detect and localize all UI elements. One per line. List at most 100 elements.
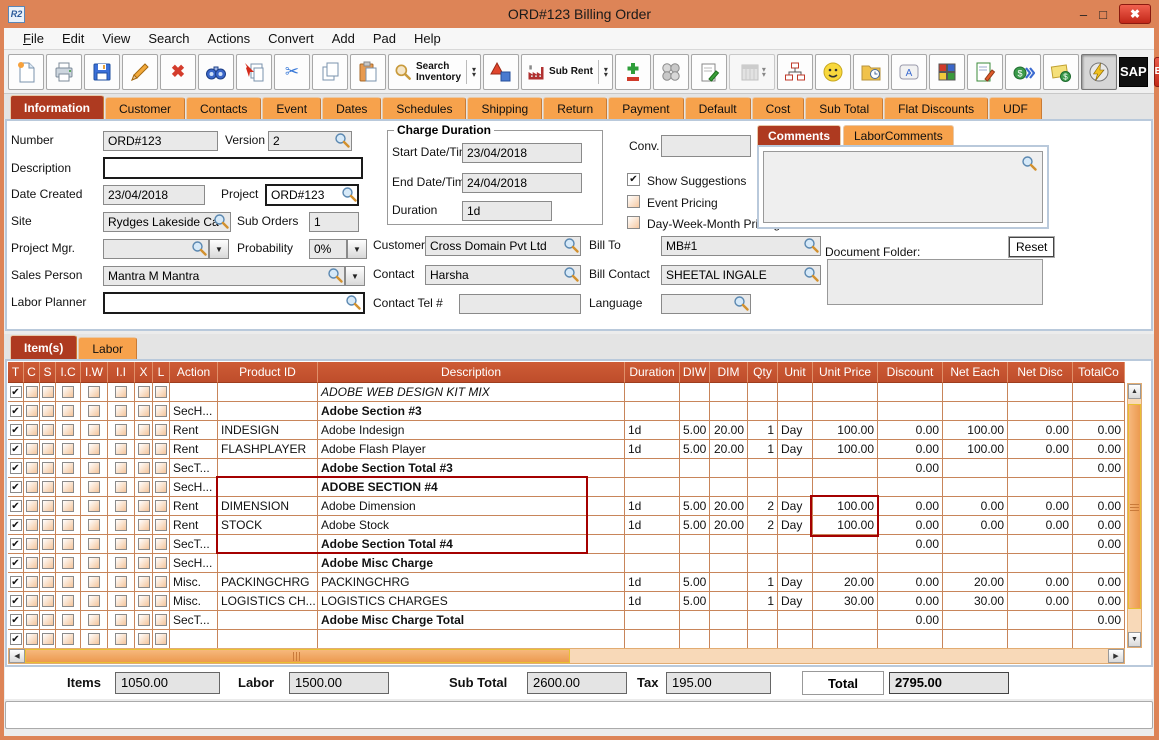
cell-net-each[interactable] (943, 630, 1008, 649)
row-flag-checkbox[interactable] (115, 538, 127, 550)
row-flag-checkbox[interactable] (62, 481, 74, 493)
cell-net-each[interactable] (943, 554, 1008, 573)
cell-net-each[interactable]: 30.00 (943, 592, 1008, 611)
cell-unit-price[interactable]: 30.00 (813, 592, 878, 611)
row-flag-checkbox[interactable] (62, 462, 74, 474)
cell-discount[interactable] (878, 478, 943, 497)
cell-diw[interactable]: 5.00 (680, 516, 710, 535)
cell-duration[interactable]: 1d (625, 440, 680, 459)
row-flag-checkbox[interactable] (42, 614, 54, 626)
cell-total-cost[interactable]: 0.00 (1073, 497, 1125, 516)
search-icon[interactable] (733, 295, 749, 311)
cell-net-disc[interactable] (1008, 478, 1073, 497)
row-select-checkbox[interactable]: ✔ (10, 557, 22, 569)
cell-discount[interactable]: 0.00 (878, 459, 943, 478)
cell-qty[interactable] (748, 554, 778, 573)
scroll-down-icon[interactable]: ▼ (1128, 632, 1141, 647)
cell-net-each[interactable] (943, 611, 1008, 630)
cell-net-each[interactable] (943, 535, 1008, 554)
cell-unit[interactable] (778, 535, 813, 554)
column-header[interactable]: Duration (625, 362, 680, 383)
row-flag-checkbox[interactable] (138, 481, 150, 493)
row-flag-checkbox[interactable] (138, 424, 150, 436)
cell-unit-price[interactable] (813, 611, 878, 630)
cell-qty[interactable] (748, 611, 778, 630)
folder-history-button[interactable] (853, 54, 889, 90)
row-flag-checkbox[interactable] (26, 481, 38, 493)
row-select-checkbox[interactable]: ✔ (10, 614, 22, 626)
cell-unit-price[interactable]: 20.00 (813, 573, 878, 592)
scroll-up-icon[interactable]: ▲ (1128, 384, 1141, 399)
row-flag-checkbox[interactable] (88, 538, 100, 550)
column-header[interactable]: L (153, 362, 170, 383)
cell-product-id[interactable] (218, 383, 318, 402)
contact-tel-field[interactable] (459, 294, 581, 314)
calendar-button[interactable]: ▾▾ (729, 54, 775, 90)
cell-unit[interactable]: Day (778, 421, 813, 440)
cell-unit[interactable]: Day (778, 573, 813, 592)
cell-dim[interactable]: 20.00 (710, 497, 748, 516)
cell-description[interactable]: Adobe Section Total #4 (318, 535, 625, 554)
cell-discount[interactable]: 0.00 (878, 516, 943, 535)
cell-description[interactable]: LOGISTICS CHARGES (318, 592, 625, 611)
row-flag-checkbox[interactable] (62, 538, 74, 550)
table-row[interactable]: ✔ (8, 630, 1125, 649)
search-icon[interactable] (213, 213, 229, 229)
cell-description[interactable]: Adobe Misc Charge (318, 554, 625, 573)
cell-action[interactable]: Rent (170, 497, 218, 516)
menu-edit[interactable]: Edit (53, 31, 93, 46)
search-icon[interactable] (345, 294, 361, 310)
cell-unit-price[interactable]: 100.00 (813, 440, 878, 459)
keyboard-button[interactable]: A (891, 54, 927, 90)
row-flag-checkbox[interactable] (26, 576, 38, 588)
table-row[interactable]: ✔SecT...Adobe Section Total #30.000.00 (8, 459, 1125, 478)
cell-net-each[interactable]: 100.00 (943, 440, 1008, 459)
row-flag-checkbox[interactable] (155, 519, 167, 531)
org-chart-button[interactable] (777, 54, 813, 90)
new-document-button[interactable] (8, 54, 44, 90)
table-row[interactable]: ✔SecT...Adobe Misc Charge Total0.000.00 (8, 611, 1125, 630)
tab-comments[interactable]: Comments (757, 125, 841, 145)
cell-dim[interactable]: 20.00 (710, 421, 748, 440)
cell-action[interactable]: Misc. (170, 573, 218, 592)
labor-planner-field[interactable] (103, 292, 365, 314)
cell-net-disc[interactable] (1008, 459, 1073, 478)
cell-action[interactable]: SecH... (170, 554, 218, 573)
menu-help[interactable]: Help (405, 31, 450, 46)
cell-discount[interactable]: 0.00 (878, 440, 943, 459)
cell-qty[interactable]: 1 (748, 440, 778, 459)
row-flag-checkbox[interactable] (155, 424, 167, 436)
print-button[interactable] (46, 54, 82, 90)
shapes-button[interactable] (483, 54, 519, 90)
cell-unit-price[interactable] (813, 554, 878, 573)
group-query-button[interactable] (653, 54, 689, 90)
sub-rent-button[interactable]: Sub Rent ▾▾ (521, 54, 613, 90)
scroll-right-icon[interactable]: ▶ (1108, 649, 1124, 663)
row-flag-checkbox[interactable] (26, 538, 38, 550)
cell-net-each[interactable] (943, 459, 1008, 478)
cell-unit[interactable] (778, 611, 813, 630)
save-button[interactable] (84, 54, 120, 90)
tab-dates[interactable]: Dates (322, 97, 381, 119)
money-note-button[interactable]: $ (1043, 54, 1079, 90)
search-icon[interactable] (334, 132, 350, 148)
cell-action[interactable]: SecT... (170, 459, 218, 478)
search-icon[interactable] (1021, 155, 1037, 171)
menu-pad[interactable]: Pad (364, 31, 405, 46)
row-flag-checkbox[interactable] (138, 576, 150, 588)
cell-unit[interactable]: Day (778, 592, 813, 611)
cell-net-disc[interactable]: 0.00 (1008, 497, 1073, 516)
cell-qty[interactable] (748, 402, 778, 421)
dwm-pricing-checkbox[interactable] (627, 216, 640, 229)
table-row[interactable]: ✔Misc.PACKINGCHRGPACKINGCHRG1d5.001Day20… (8, 573, 1125, 592)
cell-action[interactable]: Rent (170, 421, 218, 440)
cell-action[interactable]: SecH... (170, 402, 218, 421)
cell-total-cost[interactable]: 0.00 (1073, 573, 1125, 592)
cell-unit-price[interactable]: 100.00 (813, 516, 878, 535)
row-flag-checkbox[interactable] (115, 633, 127, 645)
row-select-checkbox[interactable]: ✔ (10, 538, 22, 550)
row-flag-checkbox[interactable] (42, 500, 54, 512)
row-flag-checkbox[interactable] (138, 443, 150, 455)
cell-duration[interactable]: 1d (625, 592, 680, 611)
row-flag-checkbox[interactable] (26, 500, 38, 512)
